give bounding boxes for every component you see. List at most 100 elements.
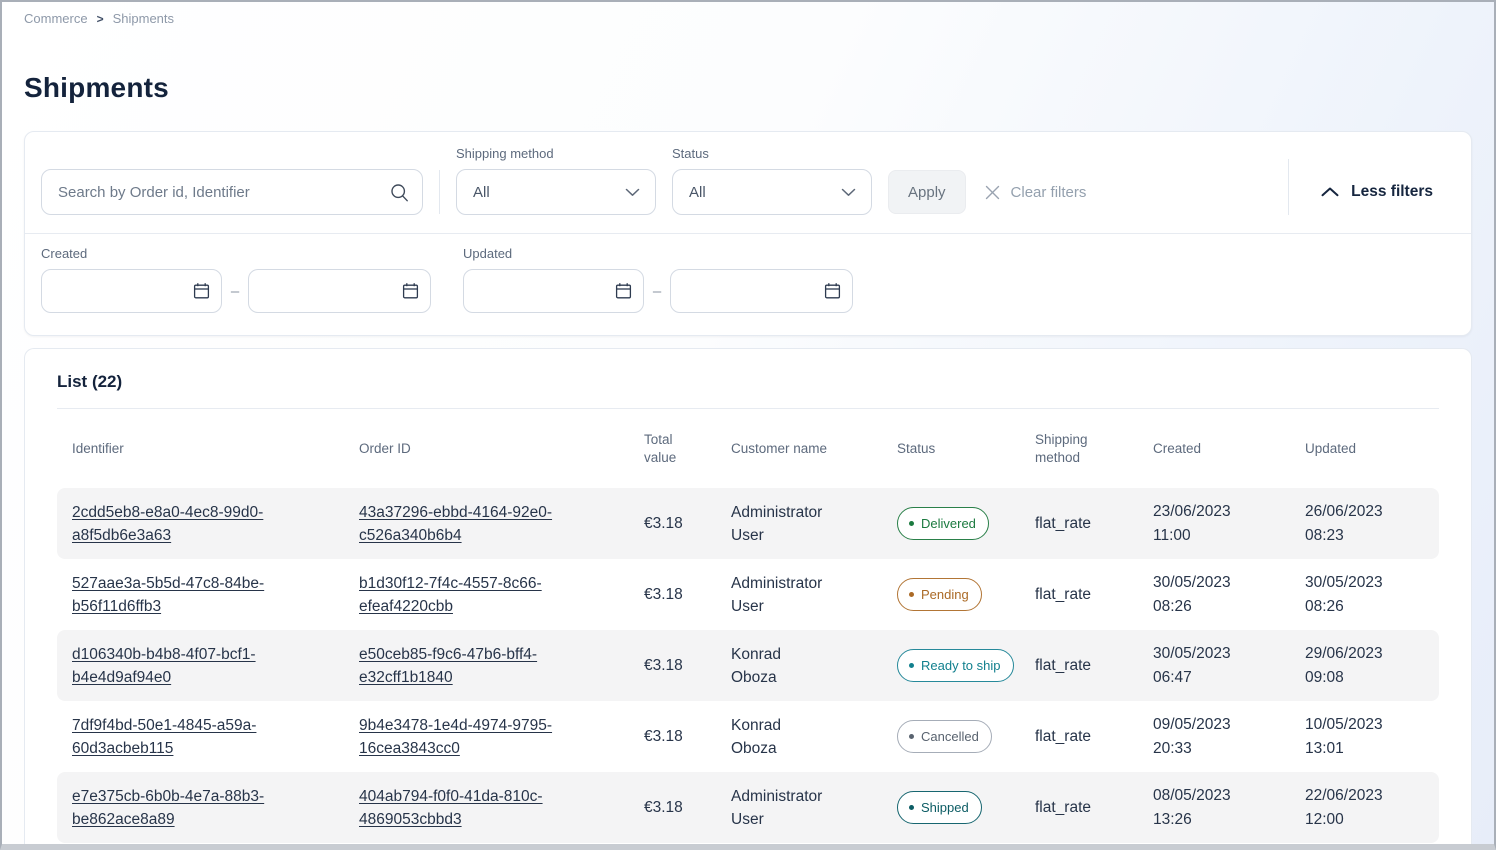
created-date: 08/05/2023 [1153, 784, 1290, 808]
shipping-method-cell: flat_rate [1020, 583, 1138, 606]
updated-to-input[interactable] [670, 269, 853, 313]
updated-date: 26/06/2023 [1305, 500, 1439, 524]
chevron-up-icon [1321, 187, 1339, 197]
column-header-status: Status [882, 441, 1020, 456]
total-value-cell: €3.18 [629, 583, 716, 606]
created-date: 30/05/2023 [1153, 571, 1290, 595]
created-to-wrap [248, 269, 431, 313]
customer-name-cell: Administrator User [716, 572, 882, 618]
order-id-cell: 404ab794-f0f0-41da-810c-4869053cbbd3 [344, 785, 629, 831]
status-cell: Cancelled [882, 720, 1020, 753]
column-header-order-id: Order ID [344, 441, 629, 456]
shipping-method-value: All [473, 184, 490, 201]
shipping-method-select[interactable]: All [456, 169, 656, 215]
less-filters-label: Less filters [1351, 183, 1433, 201]
table-row: 527aae3a-5b5d-47c8-84be-b56f11d6ffb3 b1d3… [57, 559, 1439, 630]
status-dot-icon [909, 734, 914, 739]
shipping-method-cell: flat_rate [1020, 654, 1138, 677]
shipping-method-filter: Shipping method All [456, 146, 656, 215]
updated-cell: 26/06/202308:23 [1290, 500, 1439, 548]
date-range-separator: – [644, 283, 670, 300]
created-cell: 23/06/202311:00 [1138, 500, 1290, 548]
table-row: 7df9f4bd-50e1-4845-a59a-60d3acbeb115 9b4e… [57, 701, 1439, 772]
column-header-created: Created [1138, 441, 1290, 456]
created-cell: 08/05/202313:26 [1138, 784, 1290, 832]
created-cell: 30/05/202308:26 [1138, 571, 1290, 619]
updated-cell: 22/06/202312:00 [1290, 784, 1439, 832]
column-header-customer-name: Customer name [716, 441, 882, 456]
divider-vertical [439, 170, 440, 214]
order-id-cell: 43a37296-ebbd-4164-92e0-c526a340b6b4 [344, 501, 629, 547]
created-time: 13:26 [1153, 808, 1290, 832]
shipping-method-cell: flat_rate [1020, 725, 1138, 748]
updated-date: 30/05/2023 [1305, 571, 1439, 595]
shipping-method-cell: flat_rate [1020, 512, 1138, 535]
order-id-link[interactable]: e50ceb85-f9c6-47b6-bff4-e32cff1b1840 [359, 646, 537, 686]
identifier-link[interactable]: 7df9f4bd-50e1-4845-a59a-60d3acbeb115 [72, 717, 256, 757]
identifier-link[interactable]: 2cdd5eb8-e8a0-4ec8-99d0-a8f5db6e3a63 [72, 504, 263, 544]
table-row: d106340b-b4b8-4f07-bcf1-b4e4d9af94e0 e50c… [57, 630, 1439, 701]
status-select[interactable]: All [672, 169, 872, 215]
created-time: 08:26 [1153, 595, 1290, 619]
updated-from-input[interactable] [463, 269, 644, 313]
identifier-link[interactable]: d106340b-b4b8-4f07-bcf1-b4e4d9af94e0 [72, 646, 256, 686]
status-cell: Ready to ship [882, 649, 1020, 682]
close-icon [984, 184, 1001, 201]
created-date: 09/05/2023 [1153, 713, 1290, 737]
filters-row-main: Shipping method All Status All Apply [25, 132, 1471, 233]
identifier-link[interactable]: e7e375cb-6b0b-4e7a-88b3-be862ace8a89 [72, 788, 264, 828]
identifier-link[interactable]: 527aae3a-5b5d-47c8-84be-b56f11d6ffb3 [72, 575, 264, 615]
status-cell: Shipped [882, 791, 1020, 824]
updated-time: 13:01 [1305, 737, 1439, 761]
identifier-cell: 7df9f4bd-50e1-4845-a59a-60d3acbeb115 [57, 714, 344, 760]
created-date: 23/06/2023 [1153, 500, 1290, 524]
updated-date: 10/05/2023 [1305, 713, 1439, 737]
order-id-link[interactable]: 404ab794-f0f0-41da-810c-4869053cbbd3 [359, 788, 543, 828]
created-time: 20:33 [1153, 737, 1290, 761]
page-title: Shipments [24, 71, 1494, 104]
shipments-list-panel: List (22) Identifier Order ID Total valu… [24, 348, 1472, 850]
status-badge: Ready to ship [897, 649, 1014, 682]
status-badge-label: Delivered [921, 512, 976, 535]
status-badge: Delivered [897, 507, 989, 540]
order-id-cell: b1d30f12-7f4c-4557-8c66-efeaf4220cbb [344, 572, 629, 618]
identifier-cell: e7e375cb-6b0b-4e7a-88b3-be862ace8a89 [57, 785, 344, 831]
total-value-cell: €3.18 [629, 654, 716, 677]
status-cell: Delivered [882, 507, 1020, 540]
breadcrumb-commerce[interactable]: Commerce [24, 11, 88, 26]
column-header-identifier: Identifier [57, 441, 344, 456]
updated-from-wrap [463, 269, 644, 313]
updated-time: 09:08 [1305, 666, 1439, 690]
order-id-link[interactable]: 43a37296-ebbd-4164-92e0-c526a340b6b4 [359, 504, 552, 544]
created-from-input[interactable] [41, 269, 222, 313]
apply-button[interactable]: Apply [888, 170, 966, 214]
total-value-cell: €3.18 [629, 796, 716, 819]
less-filters-toggle[interactable]: Less filters [1315, 169, 1439, 215]
created-label: Created [41, 246, 431, 261]
clear-filters-label: Clear filters [1011, 184, 1087, 201]
customer-name-cell: Administrator User [716, 785, 882, 831]
customer-name-cell: Konrad Oboza [716, 714, 882, 760]
clear-filters-button[interactable]: Clear filters [978, 169, 1093, 215]
search-input[interactable] [41, 169, 423, 215]
divider-vertical [1288, 159, 1289, 215]
shipping-method-label: Shipping method [456, 146, 656, 161]
status-cell: Pending [882, 578, 1020, 611]
order-id-cell: 9b4e3478-1e4d-4974-9795-16cea3843cc0 [344, 714, 629, 760]
table-header: Identifier Order ID Total value Customer… [57, 409, 1439, 488]
column-header-updated: Updated [1290, 441, 1439, 456]
column-header-total-value: Total value [629, 431, 716, 467]
order-id-link[interactable]: 9b4e3478-1e4d-4974-9795-16cea3843cc0 [359, 717, 552, 757]
status-label: Status [672, 146, 872, 161]
created-date: 30/05/2023 [1153, 642, 1290, 666]
column-header-shipping-method: Shipping method [1020, 431, 1138, 467]
breadcrumb-shipments[interactable]: Shipments [113, 11, 174, 26]
status-badge-label: Pending [921, 583, 969, 606]
total-value-cell: €3.18 [629, 725, 716, 748]
list-title: List (22) [57, 349, 1439, 408]
updated-cell: 10/05/202313:01 [1290, 713, 1439, 761]
date-range-separator: – [222, 283, 248, 300]
updated-time: 08:23 [1305, 524, 1439, 548]
order-id-link[interactable]: b1d30f12-7f4c-4557-8c66-efeaf4220cbb [359, 575, 542, 615]
created-to-input[interactable] [248, 269, 431, 313]
